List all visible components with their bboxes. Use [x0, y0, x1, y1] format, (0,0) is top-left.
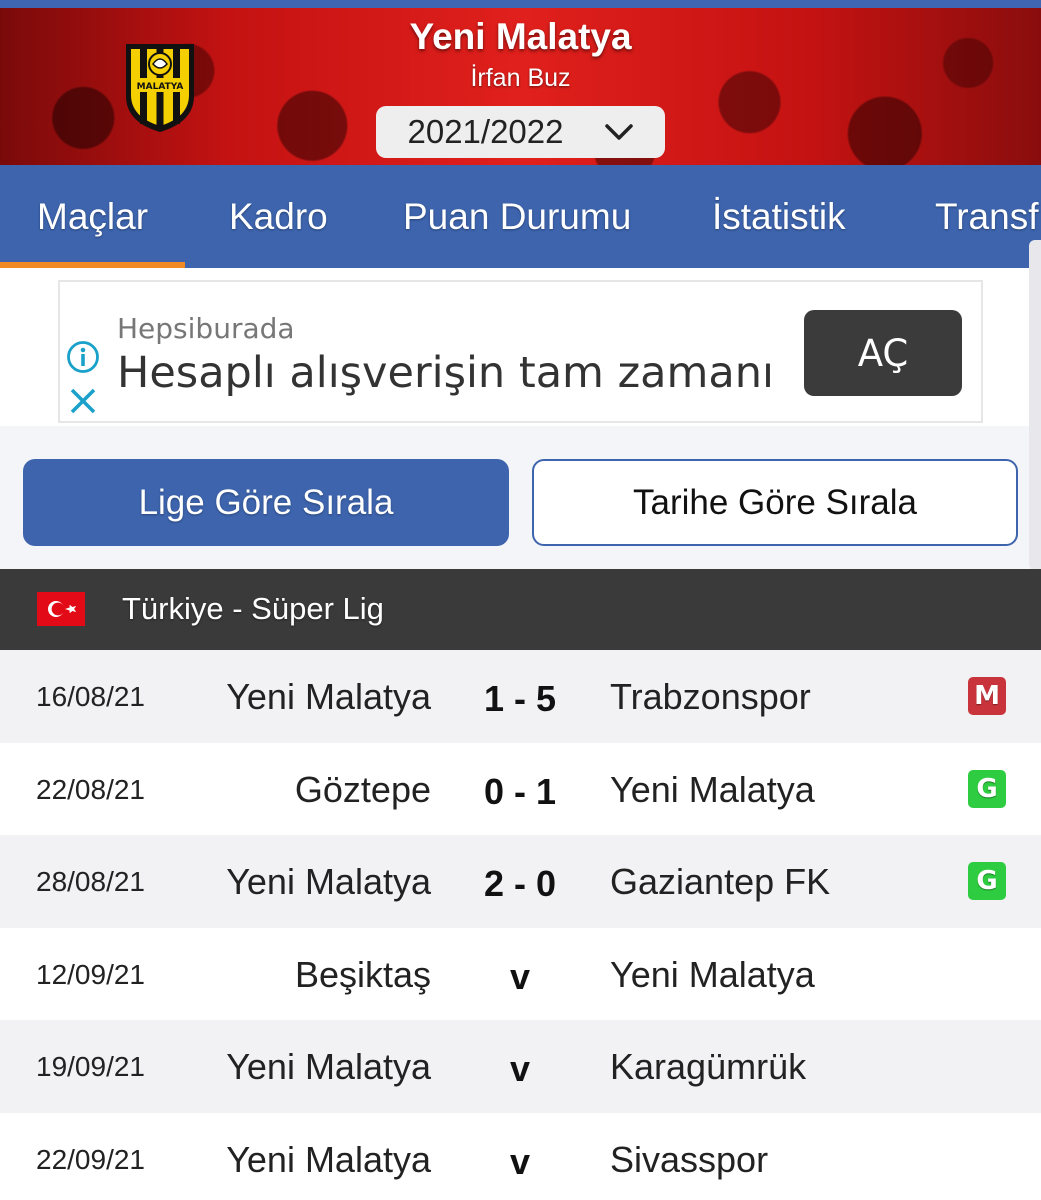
team-name: Yeni Malatya	[409, 16, 632, 57]
close-icon[interactable]	[68, 386, 98, 416]
tab-matches[interactable]: Maçlar	[0, 165, 186, 268]
match-score: 2 - 0	[483, 863, 557, 905]
ad-area: Hepsiburada Hesaplı alışverişin tam zama…	[0, 268, 1041, 426]
tab-transfers[interactable]: Transf	[935, 165, 1038, 268]
match-score: v	[509, 955, 531, 997]
info-icon[interactable]	[66, 340, 100, 374]
tab-statistics[interactable]: İstatistik	[712, 165, 846, 268]
match-date: 19/09/21	[36, 1051, 145, 1083]
match-score: v	[509, 1140, 531, 1182]
match-row[interactable]: 28/08/21 Yeni Malatya 2 - 0 Gaziantep FK…	[0, 835, 1041, 928]
home-team: Yeni Malatya	[226, 861, 431, 903]
season-value: 2021/2022	[407, 113, 564, 150]
match-row[interactable]: 16/08/21 Yeni Malatya 1 - 5 Trabzonspor …	[0, 650, 1041, 743]
away-team: Gaziantep FK	[610, 861, 831, 903]
tab-standings[interactable]: Puan Durumu	[403, 165, 631, 268]
home-team: Yeni Malatya	[226, 1046, 431, 1088]
coach-name: İrfan Buz	[470, 64, 571, 92]
away-team: Trabzonspor	[610, 676, 811, 717]
match-date: 28/08/21	[36, 866, 145, 898]
match-row[interactable]: 22/09/21 Yeni Malatya v Sivasspor	[0, 1112, 1041, 1200]
match-date: 12/09/21	[36, 958, 145, 990]
away-team: Yeni Malatya	[610, 953, 815, 995]
league-name: Türkiye - Süper Lig	[122, 591, 384, 626]
match-score: 0 - 1	[483, 770, 557, 812]
match-date: 22/09/21	[36, 1143, 145, 1175]
away-team: Karagümrük	[610, 1046, 807, 1088]
match-row[interactable]: 12/09/21 Beşiktaş v Yeni Malatya	[0, 927, 1041, 1021]
sort-controls: Lige Göre Sırala Tarihe Göre Sırala	[0, 426, 1041, 569]
team-header: MALATYA Yeni Malatya İrfan Buz 2021/2022	[0, 0, 1041, 165]
status-strip	[0, 0, 1041, 8]
match-score: v	[509, 1048, 531, 1090]
sort-by-league-button[interactable]: Lige Göre Sırala	[23, 459, 509, 546]
match-date: 22/08/21	[36, 773, 145, 805]
match-list: 16/08/21 Yeni Malatya 1 - 5 Trabzonspor …	[0, 650, 1041, 1200]
side-panel-handle[interactable]	[1029, 240, 1041, 570]
home-team: Göztepe	[294, 768, 431, 810]
result-badge: G	[968, 769, 1006, 808]
result-badge: G	[968, 862, 1006, 901]
ad-open-button[interactable]: AÇ	[804, 310, 962, 396]
tab-bar: Maçlar Kadro Puan Durumu İstatistik Tran…	[0, 165, 1041, 268]
turkey-flag-icon	[37, 592, 85, 626]
chevron-down-icon	[604, 124, 633, 140]
home-team: Beşiktaş	[294, 953, 431, 995]
away-team: Yeni Malatya	[610, 768, 815, 810]
ad-headline: Hesaplı alışverişin tam zamanı	[117, 348, 774, 398]
tab-squad[interactable]: Kadro	[229, 165, 328, 268]
match-row[interactable]: 22/08/21 Göztepe 0 - 1 Yeni Malatya G	[0, 742, 1041, 836]
ad-banner[interactable]: Hepsiburada Hesaplı alışverişin tam zama…	[58, 280, 983, 423]
result-badge: M	[968, 677, 1006, 715]
season-selector[interactable]: 2021/2022	[376, 106, 665, 158]
sort-by-date-button[interactable]: Tarihe Göre Sırala	[532, 459, 1018, 546]
home-team: Yeni Malatya	[226, 676, 431, 717]
away-team: Sivasspor	[610, 1138, 769, 1180]
match-date: 16/08/21	[36, 681, 145, 712]
match-score: 1 - 5	[483, 678, 557, 719]
league-header: Türkiye - Süper Lig	[0, 569, 1041, 650]
ad-sponsor: Hepsiburada	[117, 312, 295, 345]
home-team: Yeni Malatya	[226, 1138, 431, 1180]
match-row[interactable]: 19/09/21 Yeni Malatya v Karagümrük	[0, 1020, 1041, 1113]
